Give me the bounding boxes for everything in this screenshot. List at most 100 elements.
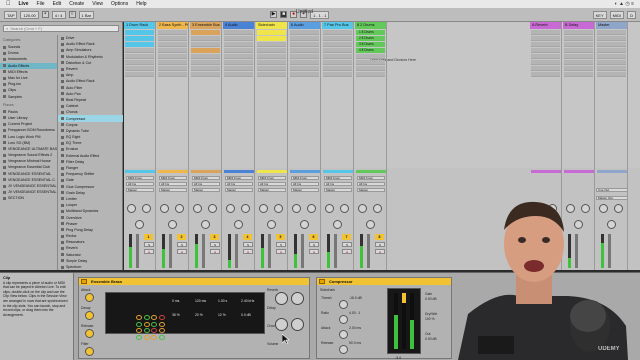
clip-slot[interactable] <box>257 60 286 65</box>
clip-slot[interactable] <box>125 66 154 71</box>
rack-send-knob[interactable] <box>275 318 288 331</box>
menu-file[interactable]: File <box>37 1 45 7</box>
clip-slot[interactable] <box>323 66 352 71</box>
macro-knob[interactable] <box>85 347 94 356</box>
play-icon[interactable]: ▶ <box>270 11 278 18</box>
clip-slot[interactable] <box>597 54 626 59</box>
browser-search[interactable]: ⌕ Search (Cmd + F) <box>3 25 119 32</box>
compressor-title-bar[interactable]: Compressor <box>317 278 451 285</box>
clip-slot[interactable] <box>323 72 352 77</box>
clip-slot[interactable] <box>158 72 187 77</box>
clip-slot[interactable] <box>191 36 220 41</box>
clip-slot[interactable] <box>125 72 154 77</box>
clip-slot[interactable] <box>356 66 385 71</box>
clip-slot[interactable] <box>323 30 352 35</box>
clip-slot[interactable] <box>257 42 286 47</box>
compressor-knob[interactable] <box>339 345 348 354</box>
clip[interactable] <box>191 48 220 53</box>
clip-slot[interactable] <box>323 54 352 59</box>
track-header[interactable]: 2 Bass Synth - Pt <box>157 22 188 29</box>
rack-pan-knob[interactable] <box>291 292 304 305</box>
time-signature[interactable]: 4 / 4 <box>51 10 66 19</box>
clip-slot[interactable] <box>597 48 626 53</box>
clip-slot[interactable] <box>597 30 626 35</box>
clip-slot[interactable] <box>597 42 626 47</box>
rack-title-bar[interactable]: Ensemble Brass <box>79 278 309 285</box>
clip-slot[interactable] <box>597 60 626 65</box>
compressor-param-value[interactable]: 2.00 ms <box>349 326 361 330</box>
clip-slot[interactable] <box>564 36 593 41</box>
compressor-knob[interactable] <box>339 300 348 309</box>
clip-slot[interactable] <box>158 42 187 47</box>
rack-tone-knob[interactable] <box>291 318 304 331</box>
clip-slot[interactable] <box>531 66 560 71</box>
clip-slot[interactable] <box>290 60 319 65</box>
clip-slot[interactable] <box>531 72 560 77</box>
clip-slot[interactable] <box>224 42 253 47</box>
clip-slot[interactable] <box>158 60 187 65</box>
clip-slot[interactable] <box>597 72 626 77</box>
clip-slot[interactable] <box>191 66 220 71</box>
clip-slot[interactable] <box>290 42 319 47</box>
clip-slot[interactable] <box>564 60 593 65</box>
clip-slot[interactable] <box>224 36 253 41</box>
quantization-menu[interactable]: 1 Bar <box>78 10 95 19</box>
category-item[interactable]: Samples <box>0 94 57 100</box>
clip[interactable]: 4 8 Drums <box>356 48 385 53</box>
macro-knob[interactable] <box>85 311 94 320</box>
clip-slot[interactable] <box>531 30 560 35</box>
clip[interactable] <box>125 36 154 41</box>
track-header[interactable]: 3 Ensemble Bus <box>190 22 221 29</box>
clip-slot[interactable] <box>224 54 253 59</box>
menu-view[interactable]: View <box>92 1 103 7</box>
clip-slot[interactable] <box>531 42 560 47</box>
loop-icon[interactable]: ○ <box>68 11 76 18</box>
clip-slot[interactable] <box>191 60 220 65</box>
menu-create[interactable]: Create <box>69 1 84 7</box>
clip-slot[interactable] <box>290 72 319 77</box>
stop-icon[interactable]: ■ <box>280 11 288 18</box>
track-header[interactable]: Sidechain <box>256 22 287 29</box>
tap-tempo-button[interactable]: TAP <box>4 10 18 19</box>
power-icon[interactable] <box>81 279 87 284</box>
clip-slot[interactable] <box>191 42 220 47</box>
clip-slot[interactable] <box>531 48 560 53</box>
compressor-param-value[interactable]: 100 % <box>425 317 435 321</box>
clip-slot[interactable] <box>290 36 319 41</box>
clip[interactable] <box>257 30 286 35</box>
clip-slot[interactable] <box>224 66 253 71</box>
clip-slot[interactable] <box>257 72 286 77</box>
clip-slot[interactable] <box>597 36 626 41</box>
clip-slot[interactable] <box>290 30 319 35</box>
clip-slot[interactable] <box>564 66 593 71</box>
track-header[interactable]: 1 Drum Rack <box>124 22 155 29</box>
key-map-button[interactable]: KEY <box>592 10 607 19</box>
clip[interactable] <box>257 36 286 41</box>
compressor-param-value[interactable]: 50.0 ms <box>349 341 361 345</box>
compressor-param-value[interactable]: 0.00 dB <box>425 337 437 341</box>
clip-slot[interactable] <box>531 54 560 59</box>
metronome-icon[interactable]: • <box>41 11 49 18</box>
menu-edit[interactable]: Edit <box>53 1 62 7</box>
clip-slot[interactable] <box>323 36 352 41</box>
track-header[interactable]: 4 Audio <box>223 22 254 29</box>
power-icon[interactable] <box>319 279 325 284</box>
clip[interactable] <box>125 42 154 47</box>
track-header[interactable]: A Reverb <box>530 22 561 29</box>
track-header[interactable]: B Delay <box>563 22 594 29</box>
clip-slot[interactable] <box>257 48 286 53</box>
clip-slot[interactable] <box>564 48 593 53</box>
midi-map-button[interactable]: MIDI <box>609 10 625 19</box>
compressor-param-value[interactable]: -18.0 dB <box>349 296 362 300</box>
compressor-param-value[interactable]: 0.00 dB <box>425 297 437 301</box>
menu-options[interactable]: Options <box>111 1 128 7</box>
clip-slot[interactable] <box>564 42 593 47</box>
clip-slot[interactable] <box>290 66 319 71</box>
clip-slot[interactable] <box>257 54 286 59</box>
clip-slot[interactable] <box>191 72 220 77</box>
clip-slot[interactable] <box>125 54 154 59</box>
clip-slot[interactable] <box>158 54 187 59</box>
tempo-field[interactable]: 120.00 <box>20 10 39 19</box>
clip-slot[interactable] <box>564 54 593 59</box>
clip-slot[interactable] <box>158 48 187 53</box>
